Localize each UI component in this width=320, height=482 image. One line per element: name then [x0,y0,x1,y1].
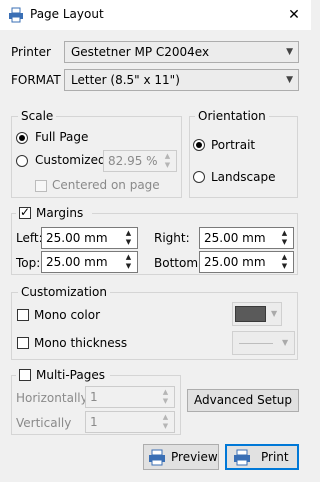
spin-up-icon[interactable]: ▲ [158,413,173,422]
mono-thickness-checkbox[interactable] [17,337,29,349]
customized-label[interactable]: Customized [35,153,106,167]
multi-pages-checkbox[interactable] [19,369,31,381]
spin-down-icon[interactable]: ▼ [121,238,136,247]
customized-scale-spinner[interactable]: 82.95 % ▲ ▼ [103,150,177,172]
multi-pages-label[interactable]: Multi-Pages [36,368,105,382]
bottom-margin-label: Bottom: [154,256,203,270]
advanced-setup-button[interactable]: Advanced Setup [187,389,299,412]
spin-up-icon[interactable]: ▲ [121,229,136,238]
printer-icon [234,449,250,466]
preview-button[interactable]: Preview [143,444,219,470]
spin-up-icon[interactable]: ▲ [121,253,136,262]
customization-group-label: Customization [18,285,110,299]
horizontally-label: Horizontally [16,391,88,405]
format-value: Letter (8.5" x 11") [71,73,180,87]
spin-up-icon[interactable]: ▲ [277,229,292,238]
spin-up-icon[interactable]: ▲ [158,388,173,397]
top-margin-label: Top: [16,256,41,270]
window-title: Page Layout [30,7,104,21]
close-icon[interactable]: ✕ [284,5,304,25]
right-margin-value: 25.00 mm [204,231,266,245]
right-margin-label: Right: [154,231,190,245]
customized-scale-value: 82.95 % [108,154,158,168]
mono-color-picker[interactable]: ▼ [232,302,282,326]
top-margin-value: 25.00 mm [46,255,108,269]
spin-down-icon[interactable]: ▼ [160,161,175,170]
scale-group-label: Scale [18,109,57,123]
landscape-radio[interactable] [193,171,205,183]
vertically-label: Vertically [16,416,72,430]
mono-color-label[interactable]: Mono color [34,308,100,322]
orientation-group [189,116,298,198]
spin-down-icon[interactable]: ▼ [158,422,173,431]
mono-thickness-select[interactable]: ▼ [232,331,295,355]
full-page-label[interactable]: Full Page [35,130,88,144]
bottom-margin-spinner[interactable]: 25.00 mm ▲ ▼ [199,251,294,273]
left-margin-value: 25.00 mm [46,231,108,245]
left-margin-spinner[interactable]: 25.00 mm ▲ ▼ [41,227,138,249]
vertically-spinner[interactable]: 1 ▲ ▼ [85,411,175,433]
spin-down-icon[interactable]: ▼ [121,262,136,271]
print-button[interactable]: Print [225,444,299,470]
line-thickness-icon [239,343,273,344]
spin-down-icon[interactable]: ▼ [158,397,173,406]
portrait-label[interactable]: Portrait [211,138,255,152]
top-margin-spinner[interactable]: 25.00 mm ▲ ▼ [41,251,138,273]
margins-label[interactable]: Margins [36,206,83,220]
format-label: FORMAT [11,73,61,87]
margins-checkbox[interactable] [19,205,31,219]
mono-thickness-label[interactable]: Mono thickness [34,336,127,350]
preview-button-label: Preview [171,450,218,464]
spin-down-icon[interactable]: ▼ [277,238,292,247]
centered-on-page-checkbox[interactable] [35,180,47,192]
print-button-label: Print [261,450,289,464]
printer-value: Gestetner MP C2004ex [71,45,210,59]
bottom-margin-value: 25.00 mm [204,255,266,269]
customized-radio[interactable] [16,155,28,167]
spin-up-icon[interactable]: ▲ [277,253,292,262]
horizontally-spinner[interactable]: 1 ▲ ▼ [85,386,175,408]
chevron-down-icon: ▼ [282,338,289,347]
full-page-radio[interactable] [16,132,28,144]
orientation-group-label: Orientation [195,109,269,123]
chevron-down-icon: ▼ [286,47,293,57]
printer-label: Printer [11,45,51,59]
printer-select[interactable]: Gestetner MP C2004ex ▼ [64,41,299,63]
chevron-down-icon: ▼ [271,309,278,318]
right-margin-spinner[interactable]: 25.00 mm ▲ ▼ [199,227,294,249]
format-select[interactable]: Letter (8.5" x 11") ▼ [64,69,299,91]
left-margin-label: Left: [16,231,43,245]
chevron-down-icon: ▼ [286,75,293,85]
horizontally-value: 1 [90,390,98,404]
printer-settings-icon [9,7,23,23]
spin-up-icon[interactable]: ▲ [160,152,175,161]
printer-preview-icon [149,449,165,466]
spin-down-icon[interactable]: ▼ [277,262,292,271]
mono-color-checkbox[interactable] [17,309,29,321]
landscape-label[interactable]: Landscape [211,170,275,184]
vertically-value: 1 [90,415,98,429]
color-swatch [235,306,266,322]
portrait-radio[interactable] [193,139,205,151]
centered-on-page-label: Centered on page [52,178,160,192]
